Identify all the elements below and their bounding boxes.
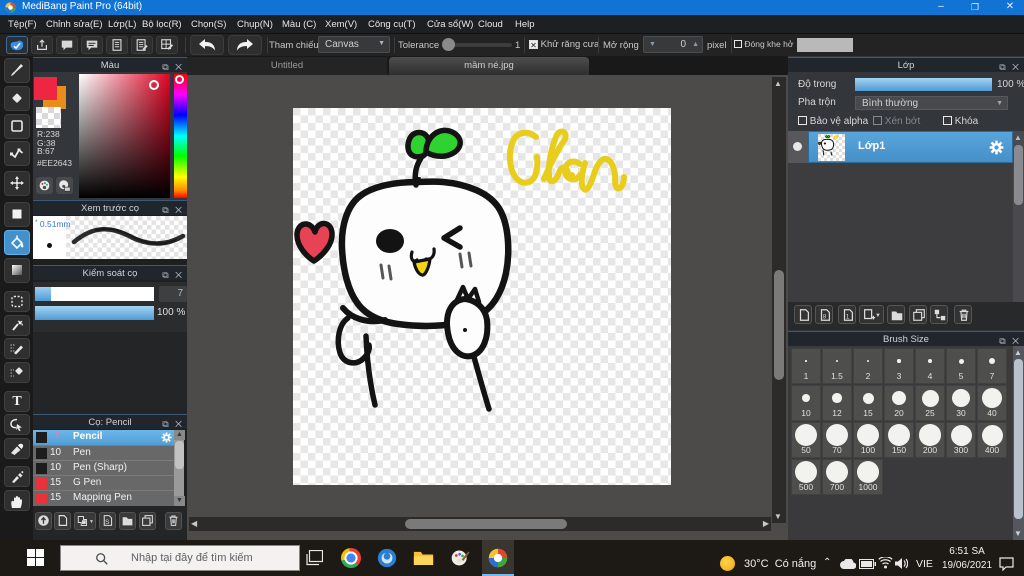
svg-text:8: 8 [823, 314, 827, 321]
svg-text:S: S [105, 519, 110, 526]
svg-text:1: 1 [846, 314, 850, 321]
